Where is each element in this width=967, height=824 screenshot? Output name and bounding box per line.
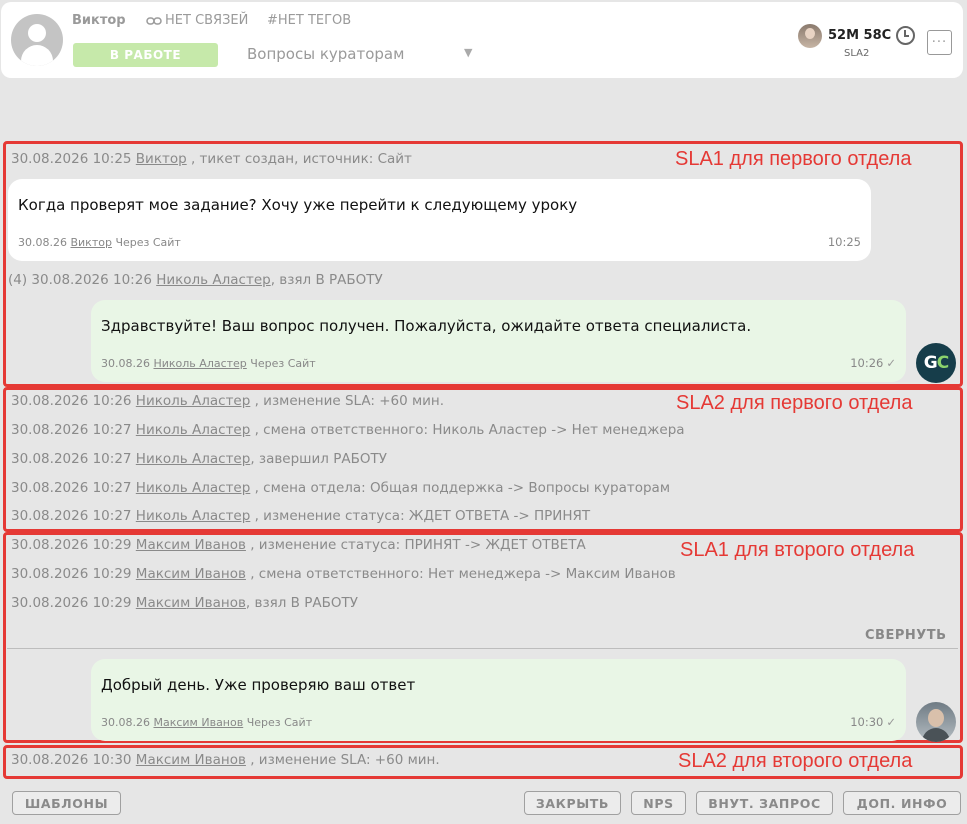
message-time: 10:25 [827, 235, 861, 249]
event-line: 30.08.2026 10:26 Николь Аластер , измене… [11, 393, 445, 409]
message-meta: 30.08.26 Максим Иванов Через Сайт [101, 716, 313, 729]
chevron-down-icon[interactable]: ▼ [464, 46, 472, 59]
event-author-link[interactable]: Николь Аластер [136, 451, 251, 467]
sla-annotation-2: SLA2 для первого отдела [676, 392, 913, 414]
event-line: 30.08.2026 10:27 Николь Аластер , смена … [11, 422, 685, 438]
event-line: 30.08.2026 10:29 Максим Иванов , изменен… [11, 537, 586, 553]
check-icon: ✓ [886, 356, 896, 370]
agent-photo [798, 23, 822, 48]
message-meta: 30.08.26 Виктор Через Сайт [18, 236, 181, 249]
message-author-link[interactable]: Максим Иванов [153, 716, 243, 729]
message-author-link[interactable]: Николь Аластер [153, 357, 246, 370]
department-select[interactable]: Вопросы кураторам [247, 45, 404, 63]
internal-request-button[interactable]: ВНУТ. ЗАПРОС [696, 791, 833, 815]
event-line: 30.08.2026 10:30 Максим Иванов , изменен… [11, 752, 440, 768]
more-options-button[interactable]: ··· [927, 30, 952, 55]
event-line: 30.08.2026 10:27 Николь Аластер , смена … [11, 480, 671, 496]
templates-button[interactable]: ШАБЛОНЫ [12, 791, 121, 815]
more-info-button[interactable]: ДОП. ИНФО [843, 791, 961, 815]
links-label: НЕТ СВЯЗЕЙ [165, 13, 249, 28]
message-author-link[interactable]: Виктор [70, 236, 111, 249]
event-author-link[interactable]: Максим Иванов [136, 752, 246, 768]
event-line: (4) 30.08.2026 10:26 Николь Аластер, взя… [8, 272, 383, 288]
sla-label: SLA2 [844, 48, 870, 59]
event-line: 30.08.2026 10:27 Николь Аластер , измене… [11, 508, 591, 524]
sla-annotation-3: SLA1 для второго отдела [680, 539, 915, 561]
event-author-link[interactable]: Максим Иванов [136, 595, 246, 611]
message-text: Здравствуйте! Ваш вопрос получен. Пожалу… [101, 317, 752, 335]
tags-label[interactable]: #НЕТ ТЕГОВ [267, 13, 351, 28]
event-line: 30.08.2026 10:29 Максим Иванов , смена о… [11, 566, 676, 582]
message-text: Добрый день. Уже проверяю ваш ответ [101, 676, 416, 694]
message-text: Когда проверят мое задание? Хочу уже пер… [18, 196, 578, 214]
event-author-link[interactable]: Николь Аластер [136, 480, 251, 496]
link-icon [146, 16, 162, 25]
check-icon: ✓ [886, 715, 896, 729]
divider [7, 648, 958, 649]
status-button[interactable]: В РАБОТЕ [73, 43, 218, 67]
sla-annotation-4: SLA2 для второго отдела [678, 750, 913, 772]
agent-avatar [916, 702, 956, 742]
sla-time: 52М 58С [828, 28, 892, 43]
event-line: 30.08.2026 10:25 Виктор , тикет создан, … [11, 151, 412, 167]
ticket-header: Виктор НЕТ СВЯЗЕЙ #НЕТ ТЕГОВ В РАБОТЕ Во… [1, 2, 963, 78]
gc-logo-avatar: GC [916, 343, 956, 383]
event-author-link[interactable]: Максим Иванов [136, 537, 246, 553]
event-line: 30.08.2026 10:29 Максим Иванов, взял В Р… [11, 595, 358, 611]
message-bubble-client: Когда проверят мое задание? Хочу уже пер… [8, 179, 871, 261]
message-bubble-agent: Здравствуйте! Ваш вопрос получен. Пожалу… [91, 300, 906, 382]
collapse-button[interactable]: СВЕРНУТЬ [865, 628, 947, 643]
event-author-link[interactable]: Николь Аластер [156, 272, 271, 288]
event-line: 30.08.2026 10:27 Николь Аластер, заверши… [11, 451, 387, 467]
client-name[interactable]: Виктор [72, 13, 126, 28]
close-ticket-button[interactable]: ЗАКРЫТЬ [524, 791, 621, 815]
message-meta: 30.08.26 Николь Аластер Через Сайт [101, 357, 316, 370]
nps-button[interactable]: NPS [631, 791, 686, 815]
sla-annotation-1: SLA1 для первого отдела [675, 148, 912, 170]
event-author-link[interactable]: Максим Иванов [136, 566, 246, 582]
message-time: 10:30 ✓ [850, 715, 896, 729]
sla-timer[interactable]: 52М 58С [797, 23, 917, 48]
event-author-link[interactable]: Николь Аластер [136, 393, 251, 409]
message-time: 10:26 ✓ [850, 356, 896, 370]
client-avatar[interactable] [11, 14, 63, 66]
event-author-link[interactable]: Виктор [136, 151, 187, 167]
clock-icon [896, 26, 916, 45]
event-author-link[interactable]: Николь Аластер [136, 422, 251, 438]
message-bubble-agent: Добрый день. Уже проверяю ваш ответ 30.0… [91, 659, 906, 741]
links-tag[interactable]: НЕТ СВЯЗЕЙ [146, 13, 248, 28]
event-author-link[interactable]: Николь Аластер [136, 508, 251, 524]
